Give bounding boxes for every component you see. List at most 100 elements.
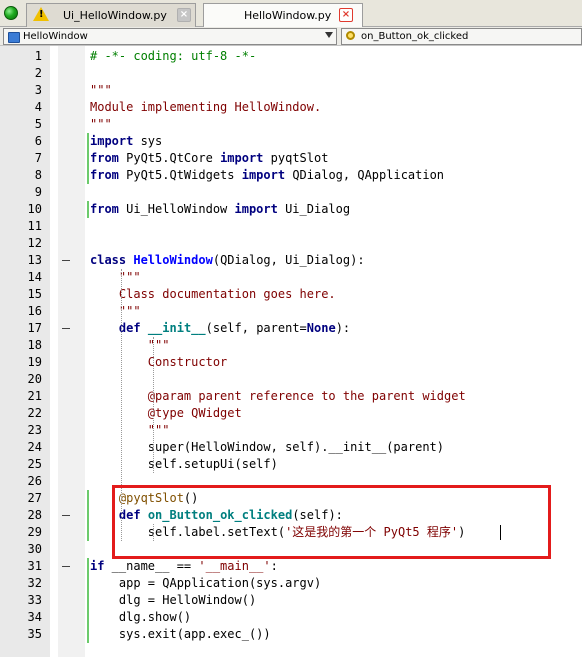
code-line[interactable]: super(HelloWindow, self).__init__(parent… (90, 439, 444, 456)
code-token: Module implementing HelloWindow. (90, 100, 322, 114)
code-token: from (90, 151, 119, 165)
line-number: 27 (27, 491, 42, 505)
fold-collapse-icon[interactable] (62, 566, 70, 567)
fold-collapse-icon[interactable] (62, 260, 70, 261)
tab-bar: Ui_HelloWindow.py × HelloWindow.py × (0, 0, 582, 28)
code-token: def (118, 321, 141, 335)
tab-ui-hellowindow[interactable]: Ui_HelloWindow.py × (26, 3, 196, 27)
code-token: Class documentation goes here. (90, 287, 336, 301)
tab-label: HelloWindow.py (244, 9, 332, 22)
fold-collapse-icon[interactable] (62, 515, 70, 516)
method-icon (346, 31, 355, 40)
line-number: 28 (27, 508, 42, 522)
line-number: 23 (27, 423, 42, 437)
code-token: super(HelloWindow, self).__init__(parent… (90, 440, 445, 454)
code-token: sys.exit(app.exec_()) (90, 627, 271, 641)
line-number: 1 (34, 49, 42, 63)
line-number: 5 (34, 117, 42, 131)
code-line[interactable]: def __init__(self, parent=None): (90, 320, 350, 337)
code-token: """ (90, 270, 141, 284)
line-number: 4 (34, 100, 42, 114)
close-icon[interactable]: × (339, 8, 353, 22)
code-line[interactable]: """ (90, 303, 141, 320)
tab-hellowindow[interactable]: HelloWindow.py × (203, 3, 363, 28)
line-number: 11 (27, 219, 42, 233)
code-line[interactable]: Constructor (90, 354, 227, 371)
code-line[interactable]: Class documentation goes here. (90, 286, 336, 303)
code-line[interactable]: if __name__ == '__main__': (90, 558, 278, 575)
code-line[interactable]: @param parent reference to the parent wi… (90, 388, 466, 405)
code-token: ): (335, 321, 351, 335)
code-token: Constructor (90, 355, 228, 369)
class-selector-value: HelloWindow (23, 31, 88, 42)
code-line[interactable]: import sys (90, 133, 162, 150)
fold-collapse-icon[interactable] (62, 328, 70, 329)
chevron-down-icon[interactable] (325, 32, 333, 38)
code-line[interactable]: class HelloWindow(QDialog, Ui_Dialog): (90, 252, 365, 269)
code-token: dlg.show() (90, 610, 192, 624)
method-selector[interactable]: on_Button_ok_clicked (341, 28, 582, 45)
line-number: 2 (34, 66, 42, 80)
code-token: '__main__' (198, 559, 271, 573)
code-line[interactable]: sys.exit(app.exec_()) (90, 626, 271, 643)
warning-icon (33, 7, 49, 21)
code-token: """ (90, 83, 112, 97)
change-marker (87, 490, 89, 541)
code-line[interactable]: # -*- coding: utf-8 -*- (90, 48, 256, 65)
class-selector[interactable]: HelloWindow (3, 28, 337, 45)
code-line[interactable]: self.setupUi(self) (90, 456, 278, 473)
code-token: import (234, 202, 278, 216)
code-token: # -*- coding: utf-8 -*- (90, 49, 257, 63)
change-marker (87, 133, 89, 184)
change-marker (87, 558, 89, 643)
code-line[interactable]: app = QApplication(sys.argv) (90, 575, 321, 592)
line-number: 24 (27, 440, 42, 454)
line-number: 26 (27, 474, 42, 488)
method-selector-value: on_Button_ok_clicked (361, 31, 469, 42)
code-token: import (220, 151, 264, 165)
line-number: 22 (27, 406, 42, 420)
line-number: 17 (27, 321, 42, 335)
change-marker (87, 201, 89, 218)
line-number: 32 (27, 576, 42, 590)
status-indicator-icon (4, 6, 18, 20)
close-icon[interactable]: × (177, 8, 191, 22)
code-line[interactable]: from Ui_HelloWindow import Ui_Dialog (90, 201, 350, 218)
code-token: from (90, 202, 119, 216)
code-line[interactable]: dlg.show() (90, 609, 191, 626)
code-line[interactable]: from PyQt5.QtCore import pyqtSlot (90, 150, 328, 167)
line-number: 34 (27, 610, 42, 624)
code-line[interactable]: """ (90, 422, 170, 439)
code-line[interactable]: from PyQt5.QtWidgets import QDialog, QAp… (90, 167, 444, 184)
code-token: pyqtSlot (263, 151, 329, 165)
code-token: sys (133, 134, 163, 148)
line-number: 10 (27, 202, 42, 216)
code-token: self.setupUi(self) (90, 457, 278, 471)
code-token: HelloWindow (133, 253, 213, 267)
code-line[interactable]: """ (90, 269, 141, 286)
line-number: 29 (27, 525, 42, 539)
code-line[interactable]: @type QWidget (90, 405, 242, 422)
class-icon (8, 32, 20, 43)
code-token: : (270, 559, 278, 573)
code-token: dlg = HelloWindow() (90, 593, 257, 607)
line-number: 18 (27, 338, 42, 352)
code-token: QDialog, QApplication (285, 168, 445, 182)
code-token: __init__ (147, 321, 206, 335)
code-line[interactable]: """ (90, 337, 170, 354)
code-line[interactable]: dlg = HelloWindow() (90, 592, 256, 609)
code-token: """ (90, 423, 170, 437)
code-line[interactable]: """ (90, 82, 112, 99)
code-token: from (90, 168, 119, 182)
indent-guide (153, 337, 154, 473)
line-number: 19 (27, 355, 42, 369)
line-number: 30 (27, 542, 42, 556)
line-number: 12 (27, 236, 42, 250)
code-line[interactable]: """ (90, 116, 112, 133)
line-number: 8 (34, 168, 42, 182)
code-editor[interactable]: 1 # -*- coding: utf-8 -*- 2 3 """ 4 Module imp… (0, 46, 582, 657)
code-line[interactable]: Module implementing HelloWindow. (90, 99, 321, 116)
line-number: 6 (34, 134, 42, 148)
